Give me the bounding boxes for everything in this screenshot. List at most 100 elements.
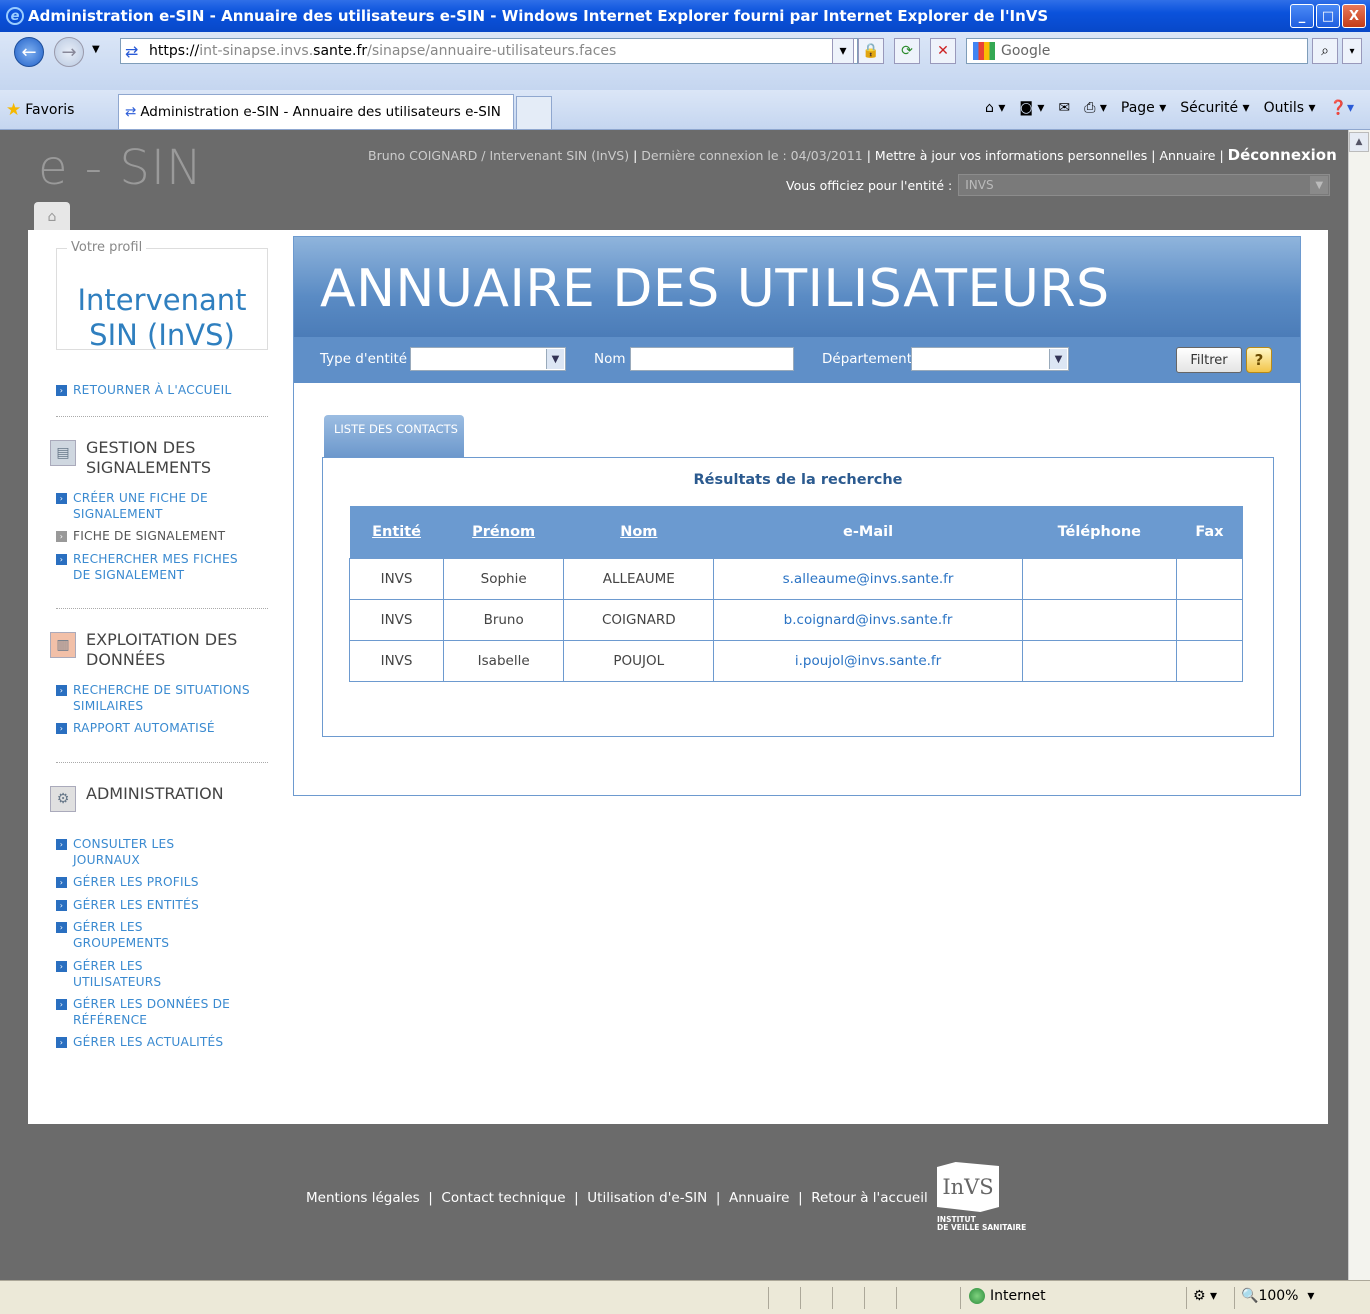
cell-email-link[interactable]: i.poujol@invs.sante.fr — [713, 639, 1023, 682]
new-tab-button[interactable] — [516, 96, 552, 129]
nav-label: CRÉER UNE FICHE DE SIGNALEMENT — [73, 491, 208, 521]
nav-actualites[interactable]: › GÉRER LES ACTUALITÉS — [56, 1034, 223, 1050]
nav-profils[interactable]: › GÉRER LES PROFILS — [56, 874, 199, 890]
section-title: ADMINISTRATION — [86, 784, 224, 803]
protected-mode-icon[interactable]: ⚙ ▾ — [1186, 1287, 1232, 1309]
page-menu[interactable]: Page ▾ — [1121, 100, 1166, 116]
nom-input[interactable] — [630, 347, 794, 371]
cell-email-link[interactable]: b.coignard@invs.sante.fr — [713, 598, 1023, 641]
table-row: INVS Isabelle POUJOL i.poujol@invs.sante… — [348, 639, 1244, 682]
arrow-right-icon: › — [56, 385, 67, 396]
home-icon[interactable]: ⌂ ▾ — [985, 100, 1005, 116]
address-bar[interactable]: ⇄ https://int-sinapse.invs. sante.fr/sina… — [120, 38, 858, 64]
nav-fiche[interactable]: › FICHE DE SIGNALEMENT — [56, 528, 225, 544]
entity-select[interactable]: INVS ▼ — [958, 174, 1331, 196]
zone-indicator[interactable]: Internet — [960, 1287, 1160, 1309]
nav-label: GÉRER LES DONNÉES DE RÉFÉRENCE — [73, 997, 231, 1027]
footer-utilisation-link[interactable]: Utilisation d'e-SIN — [587, 1190, 707, 1206]
close-button[interactable]: X — [1342, 4, 1366, 28]
back-button[interactable]: ← — [14, 37, 44, 67]
help-icon[interactable]: ❓▾ — [1330, 100, 1354, 116]
arrow-right-icon: › — [56, 554, 67, 565]
mail-icon[interactable]: ✉ — [1058, 100, 1070, 116]
cell-entite: INVS — [348, 557, 445, 600]
entity-label: Vous officiez pour l'entité : — [786, 177, 953, 193]
print-icon[interactable]: ⎙ ▾ — [1084, 100, 1107, 116]
nav-home-link[interactable]: › RETOURNER À L'ACCUEIL — [56, 382, 231, 398]
home-tab-icon[interactable]: ⌂ — [34, 202, 70, 232]
favorites-button[interactable]: ★ Favoris — [6, 100, 74, 120]
status-cell — [896, 1287, 928, 1309]
nav-entites[interactable]: › GÉRER LES ENTITÉS — [56, 897, 199, 913]
nav-label: GÉRER LES UTILISATEURS — [73, 959, 162, 989]
lock-icon[interactable]: 🔒 — [858, 38, 884, 64]
scroll-up-icon[interactable]: ▲ — [1349, 132, 1369, 152]
maximize-button[interactable]: □ — [1316, 4, 1340, 28]
status-cell — [864, 1287, 896, 1309]
nav-rapport[interactable]: › RAPPORT AUTOMATISÉ — [56, 720, 215, 736]
search-options-icon[interactable]: ▾ — [1342, 38, 1362, 64]
address-dropdown-icon[interactable]: ▾ — [832, 38, 854, 64]
refresh-icon[interactable]: ⟳ — [894, 38, 920, 64]
help-button[interactable]: ? — [1246, 347, 1272, 373]
arrow-right-icon: › — [56, 839, 67, 850]
page-body: Votre profil Intervenant SIN (InVS) › RE… — [28, 230, 1328, 1124]
feeds-icon[interactable]: ◙ ▾ — [1019, 100, 1044, 116]
arrow-right-icon: › — [56, 900, 67, 911]
footer-annuaire-link[interactable]: Annuaire — [729, 1190, 790, 1206]
nav-creer-fiche[interactable]: › CRÉER UNE FICHE DE SIGNALEMENT — [56, 490, 226, 522]
filtrer-button[interactable]: Filtrer — [1176, 347, 1242, 373]
nav-recherche-situations[interactable]: › RECHERCHE DE SITUATIONS SIMILAIRES — [56, 682, 256, 714]
tools-menu[interactable]: Outils ▾ — [1264, 100, 1316, 116]
invs-sub2: DE VEILLE SANITAIRE — [937, 1223, 1027, 1232]
forward-button[interactable]: → — [54, 37, 84, 67]
invs-logo-caption: INSTITUT DE VEILLE SANITAIRE — [937, 1216, 1026, 1232]
search-input[interactable]: Google — [966, 38, 1308, 64]
departement-select[interactable]: ▼ — [911, 347, 1069, 371]
stop-icon[interactable]: ✕ — [930, 38, 956, 64]
url-domain: sante.fr — [313, 43, 368, 59]
profile-legend: Votre profil — [67, 240, 147, 255]
arrow-right-icon: › — [56, 961, 67, 972]
nav-journaux[interactable]: › CONSULTER LES JOURNAUX — [56, 836, 206, 868]
col-prenom[interactable]: Prénom — [443, 506, 564, 558]
nav-label: GÉRER LES ACTUALITÉS — [73, 1035, 224, 1049]
section-title: GESTION DES SIGNALEMENTS — [86, 438, 212, 477]
chevron-down-icon: ▼ — [546, 349, 564, 369]
footer-contact-link[interactable]: Contact technique — [441, 1190, 565, 1206]
update-info-link[interactable]: Mettre à jour vos informations personnel… — [875, 148, 1147, 163]
window-titlebar: e Administration e-SIN - Annuaire des ut… — [0, 0, 1370, 32]
logout-link[interactable]: Déconnexion — [1228, 146, 1337, 164]
cell-telephone — [1021, 598, 1177, 641]
nav-rechercher-fiches[interactable]: › RECHERCHER MES FICHES DE SIGNALEMENT — [56, 551, 256, 583]
footer-mentions-link[interactable]: Mentions légales — [306, 1190, 420, 1206]
search-icon[interactable]: ⌕ — [1312, 38, 1338, 64]
nav-donnees-reference[interactable]: › GÉRER LES DONNÉES DE RÉFÉRENCE — [56, 996, 256, 1028]
nav-label: GÉRER LES GROUPEMENTS — [73, 920, 170, 950]
cell-email-link[interactable]: s.alleaume@invs.sante.fr — [713, 557, 1023, 600]
history-dropdown-icon[interactable]: ▼ — [92, 44, 100, 55]
type-entite-label: Type d'entité — [320, 351, 408, 367]
type-entite-select[interactable]: ▼ — [410, 347, 566, 371]
footer-accueil-link[interactable]: Retour à l'accueil — [811, 1190, 928, 1206]
nav-groupements[interactable]: › GÉRER LES GROUPEMENTS — [56, 919, 196, 951]
cell-nom: POUJOL — [563, 639, 715, 682]
security-menu[interactable]: Sécurité ▾ — [1180, 100, 1249, 116]
col-entite[interactable]: Entité — [349, 506, 444, 558]
browser-tab[interactable]: ⇄ Administration e-SIN - Annuaire des ut… — [118, 94, 514, 129]
divider — [56, 416, 268, 417]
cell-prenom: Bruno — [443, 598, 565, 641]
nav-label: GÉRER LES PROFILS — [73, 875, 199, 889]
vertical-scrollbar[interactable]: ▲ — [1348, 130, 1370, 1280]
col-nom[interactable]: Nom — [563, 506, 714, 558]
arrow-right-icon: › — [56, 723, 67, 734]
cell-entite: INVS — [348, 598, 445, 641]
cell-fax — [1175, 598, 1244, 641]
invs-logo-text: InVS — [937, 1162, 999, 1212]
annuaire-link[interactable]: Annuaire — [1159, 148, 1215, 163]
tab-liste-contacts[interactable]: LISTE DES CONTACTS — [324, 415, 464, 457]
minimize-button[interactable]: _ — [1290, 4, 1314, 28]
nav-label: RAPPORT AUTOMATISÉ — [73, 721, 215, 735]
nav-utilisateurs[interactable]: › GÉRER LES UTILISATEURS — [56, 958, 196, 990]
zoom-control[interactable]: 🔍100% ▾ — [1234, 1287, 1344, 1309]
